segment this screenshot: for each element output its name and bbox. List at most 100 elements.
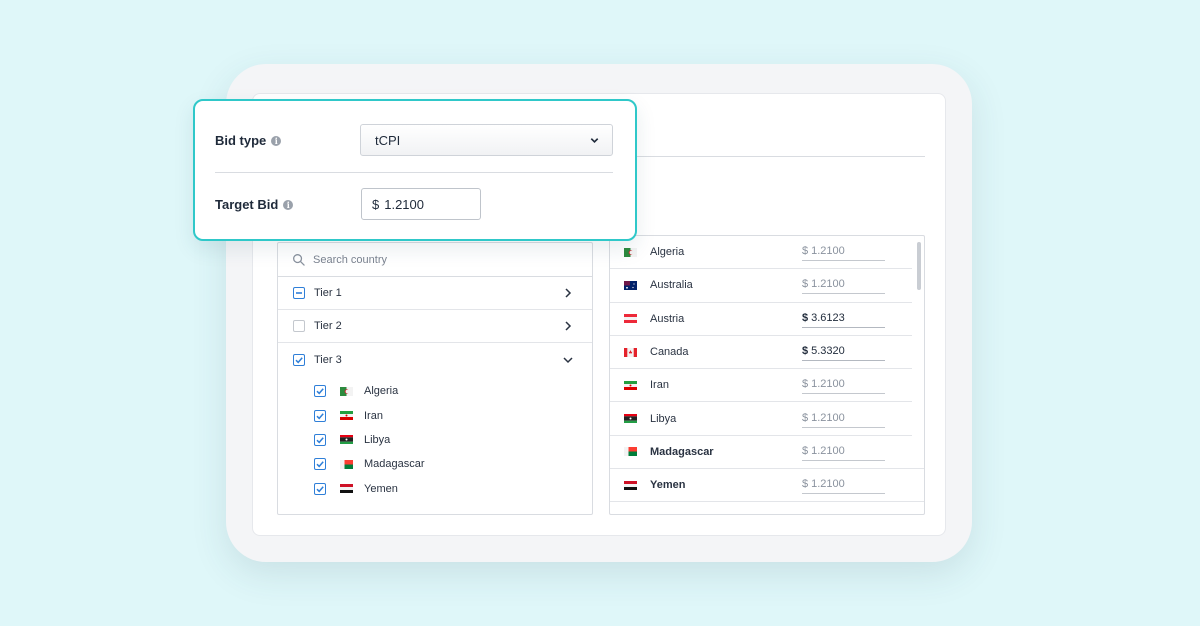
country-label: Madagascar [364,458,425,471]
bid-input[interactable]: $1.2100 [802,243,885,262]
country-option[interactable]: Yemen [278,477,592,501]
bid-type-select[interactable]: tCPI [360,124,613,156]
australia-flag-icon [624,280,637,290]
bid-input[interactable]: $1.2100 [802,376,885,395]
check-icon [316,437,324,444]
madagascar-flag-icon [340,459,353,469]
bid-input[interactable]: $3.6123 [802,310,885,328]
country-option[interactable]: Algeria [278,379,592,403]
algeria-flag-icon [340,386,353,396]
currency-symbol: $ [802,378,809,391]
check-icon [316,412,324,420]
bid-row: Algeria $1.2100 [610,236,912,270]
country-option[interactable]: Iran [278,403,592,427]
chevron-down-icon [590,137,599,143]
iran-flag-icon [624,380,637,390]
country-label: Libya [364,433,391,446]
libya-flag-icon [340,435,353,445]
chevron-right-icon[interactable] [562,287,574,299]
tier-1-checkbox[interactable] [293,287,305,299]
bid-row: Iran $1.2100 [610,369,912,403]
bid-input[interactable]: $1.2100 [802,476,885,495]
currency-symbol: $ [802,278,809,291]
tier-row-1[interactable]: Tier 1 [278,277,592,310]
bid-country-label: Austria [650,312,685,325]
country-checkbox[interactable] [314,409,326,422]
bid-country-label: Iran [650,379,669,392]
tier-label: Tier 3 [314,353,342,366]
country-checkbox[interactable] [314,458,326,471]
target-bid-label-text: Target Bid [215,197,279,212]
check-icon [295,356,303,363]
yemen-flag-icon [624,480,637,490]
info-icon[interactable]: i [283,199,294,210]
bid-country-label: Algeria [650,246,685,259]
bid-value: 5.3320 [811,345,845,358]
info-icon[interactable]: i [271,135,282,146]
libya-flag-icon [624,414,637,424]
bid-country-label: Canada [650,346,689,359]
bid-input[interactable]: $1.2100 [802,276,885,295]
country-checkbox[interactable] [314,385,326,398]
country-picker: Tier 1 Tier 2 Tier 3 Algeria Ir [277,242,593,515]
bid-value: 1.2100 [811,478,845,491]
bid-row: Canada $5.3320 [610,336,912,370]
target-bid-input[interactable]: $ 1.2100 [361,188,481,220]
country-bid-list: Algeria $1.2100 Australia $1.2100 Austri… [609,235,925,515]
card-divider [215,172,613,173]
bid-country-label: Yemen [650,479,686,492]
check-icon [316,486,324,493]
canada-flag-icon [624,347,637,357]
currency-symbol: $ [372,196,380,212]
bid-value: 1.2100 [811,278,845,291]
country-label: Algeria [364,385,399,398]
bid-row: Libya $1.2100 [610,402,912,436]
tier-label: Tier 2 [314,320,342,332]
country-label: Iran [364,409,383,422]
currency-symbol: $ [802,444,809,457]
bid-type-label-text: Bid type [215,133,267,148]
chevron-down-icon[interactable] [562,354,574,366]
tier-2-checkbox[interactable] [293,320,305,332]
header-divider [633,156,925,157]
scrollbar[interactable] [917,242,921,290]
bid-value: 1.2100 [811,245,845,258]
country-checkbox[interactable] [314,433,326,446]
country-option[interactable]: Madagascar [278,452,592,476]
bid-input[interactable]: $5.3320 [802,343,885,362]
target-bid-value: 1.2100 [384,196,424,212]
bid-settings-card: Bid type i tCPI Target Bid i $ 1.2100 [193,99,637,241]
tier-label: Tier 1 [314,287,342,299]
currency-symbol: $ [802,411,809,424]
partial-check-icon [296,292,302,294]
bid-value: 1.2100 [811,444,845,457]
search-country-input[interactable] [313,253,553,266]
target-bid-label: Target Bid i [215,197,294,212]
bid-row: Yemen $1.2100 [610,469,924,503]
country-label: Yemen [364,482,398,495]
bid-value: 1.2100 [811,411,845,424]
tier-row-3[interactable]: Tier 3 [278,343,592,376]
search-icon [293,254,305,266]
tier-3-checkbox[interactable] [293,353,305,366]
currency-symbol: $ [802,345,809,358]
bid-value: 3.6123 [811,311,845,324]
bid-input[interactable]: $1.2100 [802,443,885,461]
algeria-flag-icon [624,247,637,257]
bid-row: Australia $1.2100 [610,269,912,303]
bid-input[interactable]: $1.2100 [802,410,885,428]
madagascar-flag-icon [624,447,637,457]
bid-country-label: Australia [650,279,693,292]
country-search [278,243,592,277]
country-checkbox[interactable] [314,482,326,495]
tier-3-country-list: Algeria Iran Libya Madagascar Yemen [278,376,592,514]
currency-symbol: $ [802,311,809,324]
tier-row-2[interactable]: Tier 2 [278,310,592,343]
austria-flag-icon [624,314,637,324]
bid-value: 1.2100 [811,378,845,391]
check-icon [316,388,324,395]
country-option[interactable]: Libya [278,428,592,452]
currency-symbol: $ [802,478,809,491]
chevron-right-icon[interactable] [562,320,574,332]
iran-flag-icon [340,411,353,421]
